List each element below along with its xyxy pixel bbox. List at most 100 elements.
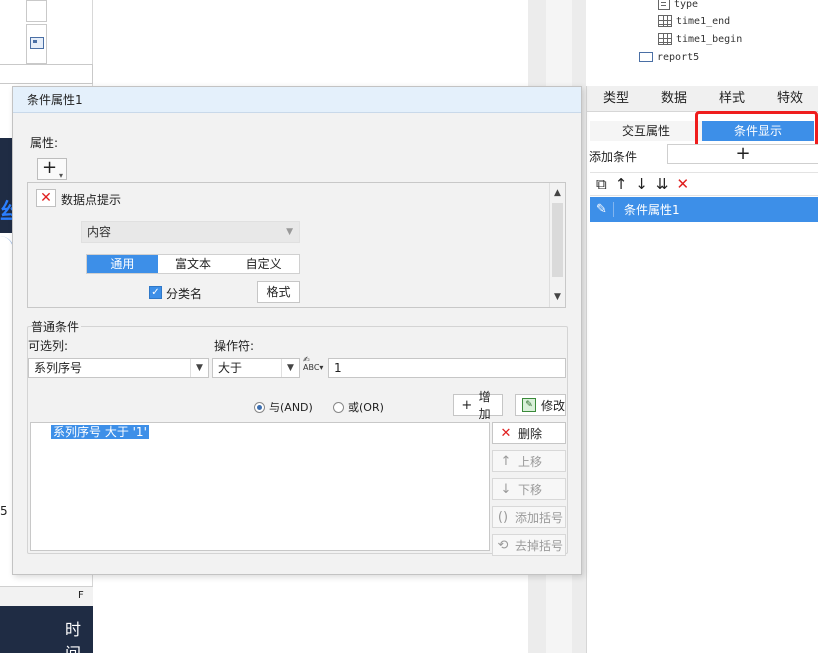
grid-row bbox=[0, 64, 93, 84]
condition-item-label: 条件属性1 bbox=[624, 203, 680, 217]
tree-node-time1-begin[interactable]: time1_begin bbox=[658, 31, 742, 47]
arrow-down-icon: ↓ bbox=[500, 481, 512, 497]
add-property-button[interactable]: + ▾ bbox=[37, 158, 67, 180]
delete-condition-button[interactable]: ✕ 删除 bbox=[492, 422, 566, 444]
operator-select-value: 大于 bbox=[218, 361, 243, 375]
modify-button-label: 修改 bbox=[541, 398, 566, 413]
add-condition-label: 添加条件 bbox=[589, 150, 638, 164]
condition-expression-list[interactable]: 系列序号 大于 '1' bbox=[30, 422, 490, 551]
column-select-value: 系列序号 bbox=[34, 361, 83, 375]
operator-label: 操作符: bbox=[214, 339, 255, 353]
category-name-checkbox[interactable]: ✓ bbox=[149, 286, 162, 299]
field-icon bbox=[658, 0, 670, 10]
radio-or-label: 或(OR) bbox=[348, 401, 384, 414]
condition-property-dialog: 条件属性1 属性: + ▾ ✕ 数据点提示 内容 ▼ 通用 富文本 自定义 ✓ 分… bbox=[12, 86, 582, 575]
remove-bracket-button[interactable]: ⟲ 去掉括号 bbox=[492, 534, 566, 556]
tree-node-label: time1_end bbox=[676, 15, 731, 27]
radio-or-dot[interactable] bbox=[333, 401, 344, 413]
value-input[interactable]: 1 bbox=[328, 358, 566, 378]
subtab-conditional-display[interactable]: 条件显示 bbox=[702, 121, 814, 141]
effects-subtabs: 交互属性 条件显示 bbox=[590, 121, 818, 141]
column-header-f: F bbox=[78, 590, 84, 601]
move-down-button[interactable]: ↓ 下移 bbox=[492, 478, 566, 500]
attr-section-label: 属性: bbox=[30, 136, 59, 150]
scroll-up-icon[interactable]: ▲ bbox=[550, 185, 565, 201]
tree-node-label: time1_begin bbox=[676, 33, 743, 45]
delete-icon[interactable]: ✕ bbox=[676, 175, 689, 193]
canvas-area bbox=[93, 0, 528, 86]
dialog-title: 条件属性1 bbox=[13, 87, 581, 113]
plus-icon: + bbox=[735, 143, 751, 164]
sheet-cell-text: 时间 bbox=[65, 620, 82, 653]
plus-icon: + bbox=[461, 397, 473, 413]
modify-icon: ✎ bbox=[522, 398, 536, 412]
tab-style[interactable]: 样式 bbox=[703, 86, 761, 111]
grid-cell bbox=[26, 24, 47, 64]
chevron-down-icon: ▼ bbox=[286, 227, 293, 237]
property-tabs: 类型 数据 样式 特效 bbox=[587, 86, 818, 112]
condition-toolbar: ⧉ ↑ ↓ ⇊ ✕ bbox=[590, 172, 818, 196]
property-scrollbar[interactable]: ▲ ▼ bbox=[549, 183, 565, 307]
dataset-tree: type time1_end time1_begin report5 bbox=[586, 0, 818, 86]
radio-and-label: 与(AND) bbox=[269, 401, 313, 414]
formula-abc-icon[interactable]: ✍ ABC▾ bbox=[303, 356, 325, 376]
delete-button-label: 删除 bbox=[518, 426, 543, 441]
column-label: 可选列: bbox=[28, 339, 69, 353]
add-bracket-label: 添加括号 bbox=[515, 510, 564, 525]
condition-list-item[interactable]: ✎ 条件属性1 bbox=[590, 197, 818, 222]
move-up-button[interactable]: ↑ 上移 bbox=[492, 450, 566, 472]
remove-bracket-icon: ⟲ bbox=[497, 537, 509, 553]
tab-custom[interactable]: 自定义 bbox=[228, 255, 299, 273]
move-bottom-icon[interactable]: ⇊ bbox=[656, 175, 669, 193]
arrow-up-icon[interactable]: ↑ bbox=[615, 175, 628, 193]
delete-icon: ✕ bbox=[500, 425, 512, 441]
tree-node-type[interactable]: type bbox=[658, 0, 698, 12]
arrow-up-icon: ↑ bbox=[500, 453, 512, 469]
bracket-icon: () bbox=[497, 509, 509, 525]
scroll-thumb[interactable] bbox=[552, 203, 563, 277]
add-button-label: 增加 bbox=[478, 390, 491, 421]
radio-and-dot[interactable] bbox=[254, 401, 265, 413]
tree-node-time1-end[interactable]: time1_end bbox=[658, 13, 730, 29]
chart-cell-icon bbox=[30, 37, 44, 49]
add-condition-button[interactable]: + bbox=[667, 144, 818, 164]
selected-condition-text[interactable]: 系列序号 大于 '1' bbox=[51, 425, 149, 439]
table-field-icon bbox=[658, 33, 672, 45]
tab-type[interactable]: 类型 bbox=[587, 86, 645, 111]
report-icon bbox=[639, 52, 653, 62]
sheet-dark-row: 时间 bbox=[0, 606, 93, 653]
add-condition-button[interactable]: + 增加 bbox=[453, 390, 503, 421]
tab-effects[interactable]: 特效 bbox=[761, 86, 818, 111]
tooltip-mode-tabs: 通用 富文本 自定义 bbox=[86, 254, 300, 274]
radio-and[interactable]: 与(AND) bbox=[254, 399, 313, 415]
tab-general[interactable]: 通用 bbox=[87, 255, 158, 273]
chevron-down-icon: ▼ bbox=[190, 359, 208, 377]
operator-select[interactable]: 大于 ▼ bbox=[212, 358, 300, 378]
category-name-label: 分类名 bbox=[166, 287, 203, 301]
format-button[interactable]: 格式 bbox=[257, 281, 300, 303]
content-select[interactable]: 内容 ▼ bbox=[81, 221, 300, 243]
column-header-row: F bbox=[0, 586, 93, 606]
radio-or[interactable]: 或(OR) bbox=[333, 399, 384, 415]
property-box: ✕ 数据点提示 内容 ▼ 通用 富文本 自定义 ✓ 分类名 格式 ▲ ▼ bbox=[27, 182, 566, 308]
column-select[interactable]: 系列序号 ▼ bbox=[28, 358, 209, 378]
grid-cell bbox=[26, 0, 47, 22]
add-bracket-button[interactable]: () 添加括号 bbox=[492, 506, 566, 528]
tab-data[interactable]: 数据 bbox=[645, 86, 703, 111]
chevron-down-icon: ▼ bbox=[281, 359, 299, 377]
remove-property-icon[interactable]: ✕ bbox=[36, 189, 56, 207]
table-field-icon bbox=[658, 15, 672, 27]
tree-node-report5[interactable]: report5 bbox=[639, 49, 699, 65]
chart-property-panel: 类型 数据 样式 特效 交互属性 条件显示 添加条件 + ⧉ ↑ ↓ ⇊ ✕ ✎… bbox=[586, 86, 818, 653]
arrow-down-icon[interactable]: ↓ bbox=[635, 175, 648, 193]
edit-pencil-icon[interactable]: ✎ bbox=[590, 202, 614, 217]
subtab-interaction[interactable]: 交互属性 bbox=[590, 121, 702, 141]
remove-bracket-label: 去掉括号 bbox=[515, 538, 564, 553]
property-name: 数据点提示 bbox=[61, 193, 122, 207]
tab-rich-text[interactable]: 富文本 bbox=[158, 255, 229, 273]
scroll-down-icon[interactable]: ▼ bbox=[550, 289, 565, 305]
normal-condition-title: 普通条件 bbox=[31, 318, 82, 335]
copy-icon[interactable]: ⧉ bbox=[596, 175, 607, 193]
up-button-label: 上移 bbox=[518, 454, 543, 469]
modify-condition-button[interactable]: ✎ 修改 bbox=[515, 394, 566, 416]
